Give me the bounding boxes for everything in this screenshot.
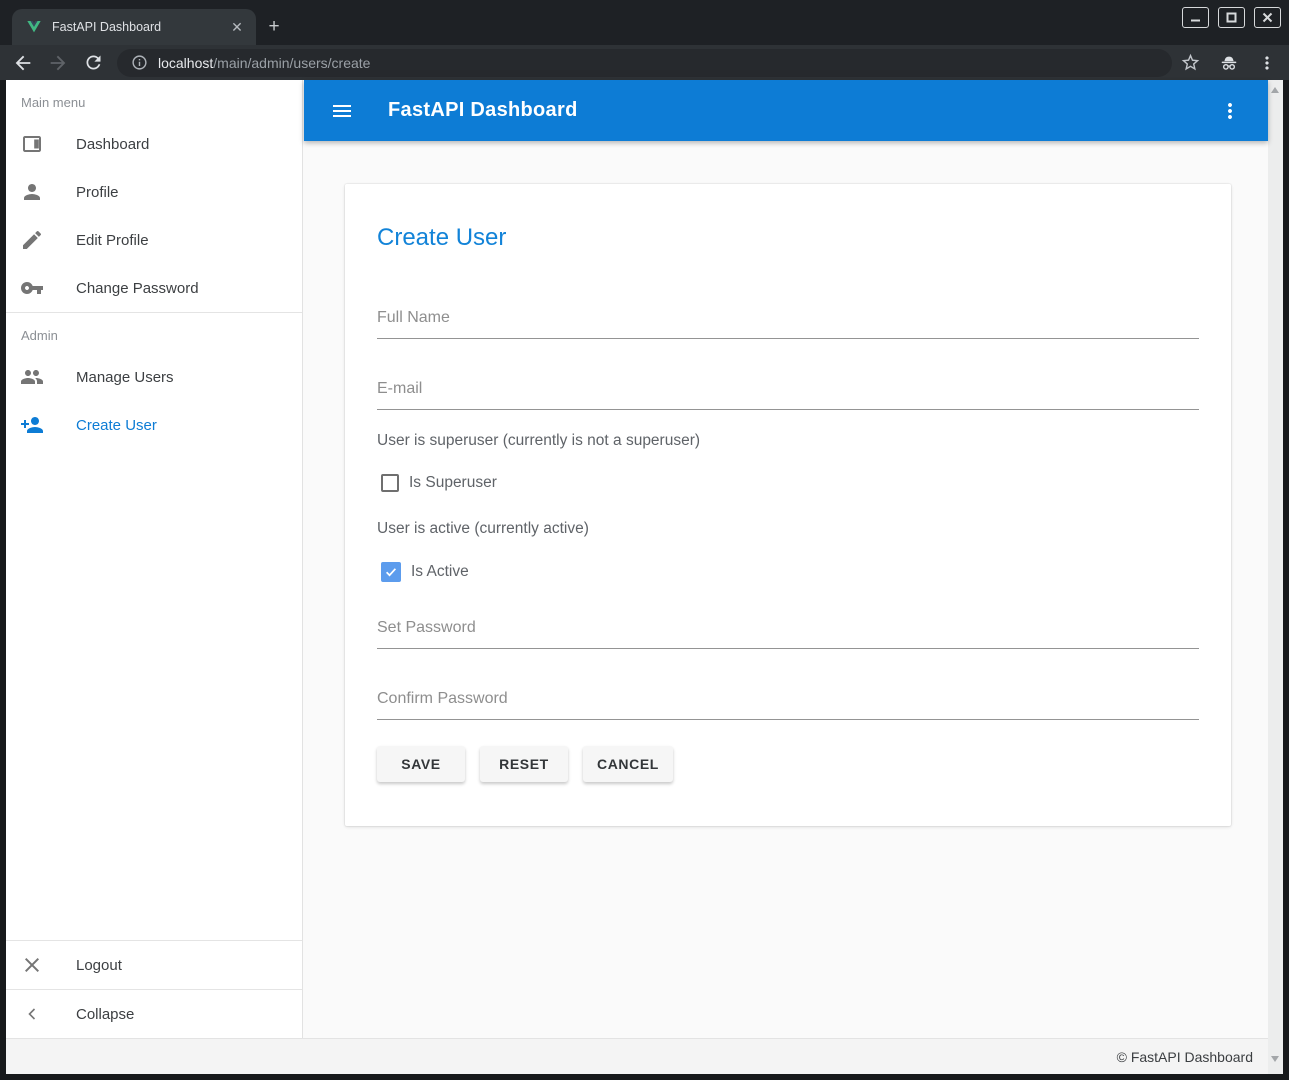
page-title: Create User — [377, 224, 1199, 252]
sidebar-item-profile[interactable]: Profile — [6, 168, 302, 216]
app-header: FastAPI Dashboard — [304, 80, 1268, 141]
active-hint: User is active (currently active) — [377, 520, 1199, 538]
confirm-password-input[interactable] — [377, 690, 1199, 720]
is-active-label: Is Active — [411, 563, 469, 581]
set-password-input[interactable] — [377, 619, 1199, 649]
sidebar-item-label: Manage Users — [76, 369, 174, 386]
chevron-left-icon — [20, 1002, 44, 1026]
sidebar-item-change-password[interactable]: Change Password — [6, 264, 302, 312]
set-password-field-wrap — [377, 619, 1199, 649]
tab-strip: FastAPI Dashboard ✕ + — [0, 0, 1289, 45]
sidebar: Main menu Dashboard Profile — [6, 80, 303, 1038]
tab-close-icon[interactable]: ✕ — [228, 18, 246, 36]
incognito-icon — [1218, 52, 1240, 74]
back-icon[interactable] — [11, 51, 35, 75]
browser-toolbar: localhost/main/admin/users/create — [0, 45, 1289, 80]
group-icon — [20, 365, 44, 389]
confirm-password-field-wrap — [377, 690, 1199, 720]
copyright-text: © FastAPI Dashboard — [1117, 1049, 1253, 1065]
save-button[interactable]: SAVE — [377, 746, 465, 782]
sidebar-item-create-user[interactable]: Create User — [6, 401, 302, 449]
sidebar-item-label: Create User — [76, 417, 157, 434]
close-window-button[interactable] — [1254, 7, 1281, 28]
url-path: /main/admin/users/create — [213, 55, 370, 71]
reset-button[interactable]: RESET — [480, 746, 568, 782]
tab-title: FastAPI Dashboard — [52, 20, 228, 34]
is-superuser-checkbox[interactable] — [381, 474, 399, 492]
app-viewport: Main menu Dashboard Profile — [6, 80, 1283, 1074]
new-tab-button[interactable]: + — [262, 15, 286, 39]
close-icon — [20, 953, 44, 977]
sidebar-item-dashboard[interactable]: Dashboard — [6, 120, 302, 168]
site-info-icon[interactable] — [131, 54, 148, 71]
maximize-button[interactable] — [1218, 7, 1245, 28]
superuser-hint: User is superuser (currently is not a su… — [377, 432, 1199, 450]
sidebar-item-label: Dashboard — [76, 136, 149, 153]
sidebar-item-collapse[interactable]: Collapse — [6, 990, 302, 1038]
is-superuser-label: Is Superuser — [409, 474, 497, 492]
bookmark-star-icon[interactable] — [1180, 52, 1201, 73]
reload-icon[interactable] — [81, 51, 105, 75]
toolbar-actions — [1180, 52, 1277, 74]
is-active-checkbox[interactable] — [381, 562, 401, 582]
hamburger-menu-icon[interactable] — [330, 99, 354, 123]
vue-favicon-icon — [26, 19, 42, 35]
app-menu-kebab-icon[interactable] — [1218, 99, 1242, 123]
minimize-button[interactable] — [1182, 7, 1209, 28]
person-icon — [20, 180, 44, 204]
sidebar-item-logout[interactable]: Logout — [6, 941, 302, 989]
sidebar-item-label: Profile — [76, 184, 119, 201]
key-icon — [20, 276, 44, 300]
cancel-button[interactable]: CANCEL — [583, 746, 673, 782]
main-area: FastAPI Dashboard Create User User is su… — [304, 80, 1268, 1038]
sidebar-item-label: Change Password — [76, 280, 199, 297]
sidebar-item-edit-profile[interactable]: Edit Profile — [6, 216, 302, 264]
scrollbar-up-icon[interactable] — [1271, 87, 1279, 93]
browser-window: FastAPI Dashboard ✕ + — [0, 0, 1289, 1080]
email-input[interactable] — [377, 380, 1199, 410]
forward-icon[interactable] — [46, 51, 70, 75]
scrollbar-down-icon[interactable] — [1271, 1056, 1279, 1062]
url-text: localhost/main/admin/users/create — [158, 55, 370, 71]
dashboard-icon — [20, 132, 44, 156]
url-host: localhost — [158, 55, 213, 71]
pencil-icon — [20, 228, 44, 252]
sidebar-item-label: Collapse — [76, 1006, 134, 1023]
app-footer: © FastAPI Dashboard — [6, 1038, 1268, 1074]
sidebar-item-label: Logout — [76, 957, 122, 974]
sidebar-spacer — [6, 449, 302, 940]
app-title: FastAPI Dashboard — [388, 99, 578, 122]
url-bar[interactable]: localhost/main/admin/users/create — [117, 49, 1172, 77]
sidebar-item-manage-users[interactable]: Manage Users — [6, 353, 302, 401]
browser-menu-icon[interactable] — [1257, 53, 1277, 73]
full-name-input[interactable] — [377, 309, 1199, 339]
person-add-icon — [20, 413, 44, 437]
sidebar-section-main-menu: Main menu — [6, 80, 302, 120]
email-field-wrap — [377, 380, 1199, 410]
create-user-card: Create User User is superuser (currently… — [345, 184, 1231, 826]
form-buttons: SAVE RESET CANCEL — [377, 746, 1199, 782]
page-scrollbar[interactable] — [1268, 80, 1283, 1074]
is-active-checkbox-row[interactable]: Is Active — [377, 562, 1199, 582]
sidebar-section-admin: Admin — [6, 313, 302, 353]
is-superuser-checkbox-row[interactable]: Is Superuser — [377, 474, 1199, 492]
sidebar-item-label: Edit Profile — [76, 232, 149, 249]
full-name-field-wrap — [377, 309, 1199, 339]
window-controls — [1182, 7, 1281, 28]
browser-tab[interactable]: FastAPI Dashboard ✕ — [12, 9, 256, 45]
